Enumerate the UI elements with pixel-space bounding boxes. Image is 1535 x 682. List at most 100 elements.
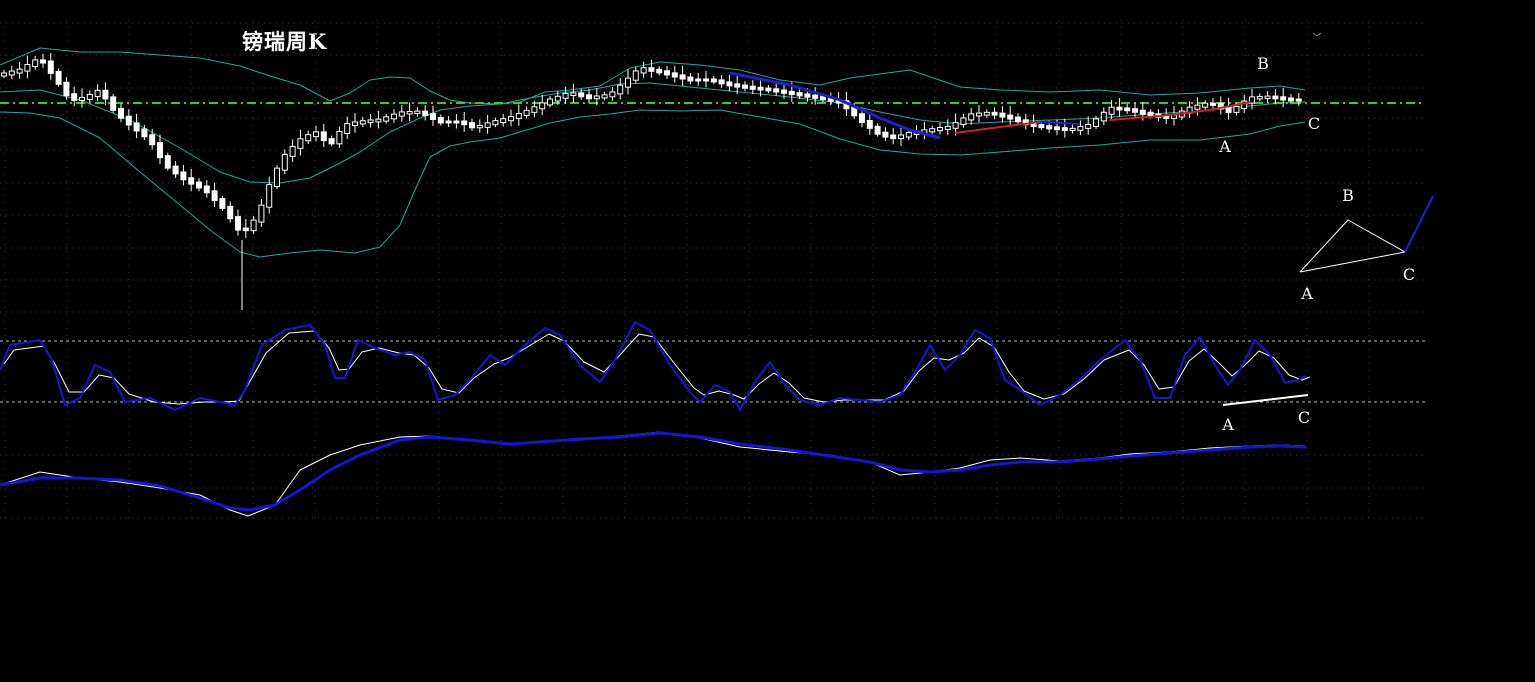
candle-body bbox=[235, 216, 241, 231]
pattern-annotation-b: B bbox=[1342, 186, 1354, 205]
candle-body bbox=[983, 111, 990, 116]
candle-body bbox=[1116, 106, 1123, 111]
candle-body bbox=[211, 190, 218, 202]
candle-body bbox=[219, 198, 226, 209]
candle-body bbox=[375, 118, 382, 123]
candle-body bbox=[422, 110, 429, 117]
candle-body bbox=[898, 134, 904, 140]
candle-body bbox=[391, 113, 397, 120]
candle-body bbox=[1132, 108, 1138, 113]
candle-body bbox=[476, 124, 483, 129]
candle-body bbox=[773, 88, 780, 93]
candle-body bbox=[695, 78, 702, 82]
candle-body bbox=[492, 120, 499, 126]
candle-body bbox=[250, 219, 257, 232]
bollinger-lower-line bbox=[0, 109, 1306, 258]
candle-body bbox=[554, 95, 561, 102]
candle-body bbox=[367, 119, 374, 124]
candle-body bbox=[671, 72, 678, 78]
trend-line-down bbox=[1039, 121, 1081, 125]
candle-body bbox=[1264, 95, 1271, 100]
candle-body bbox=[944, 125, 951, 131]
candle-body bbox=[890, 134, 897, 140]
candle-body bbox=[656, 68, 663, 74]
candle-body bbox=[328, 138, 335, 145]
candle-body bbox=[617, 84, 624, 95]
candle-body bbox=[1015, 116, 1021, 123]
candle-body bbox=[1288, 97, 1294, 102]
candle-body bbox=[1069, 127, 1076, 131]
pattern-annotation-c: C bbox=[1403, 265, 1415, 284]
oscillator-annotation-a: A bbox=[1221, 415, 1234, 434]
candle-body bbox=[484, 122, 491, 128]
candle-body bbox=[79, 96, 85, 101]
candle-body bbox=[1147, 111, 1154, 117]
candle-body bbox=[437, 117, 444, 124]
bollinger-middle-line bbox=[0, 82, 1306, 184]
candle-body bbox=[1054, 126, 1060, 131]
candle-body bbox=[266, 184, 273, 208]
candle-body bbox=[71, 93, 78, 101]
candle-body bbox=[180, 171, 187, 181]
candle-body bbox=[242, 227, 249, 232]
pattern-annotation-a: A bbox=[1300, 284, 1313, 303]
candle-body bbox=[976, 112, 982, 117]
candle-body bbox=[812, 94, 819, 99]
candle-body bbox=[8, 70, 15, 76]
candle-body bbox=[531, 106, 538, 113]
candle-body bbox=[609, 91, 616, 98]
candle-body bbox=[866, 120, 873, 129]
candle-body bbox=[859, 113, 865, 123]
candle-body bbox=[149, 134, 156, 146]
candle-body bbox=[687, 76, 694, 82]
chart-canvas: A B C B A C A C bbox=[0, 20, 1434, 520]
candle-body bbox=[1280, 96, 1287, 101]
candle-body bbox=[164, 155, 171, 169]
candle-body bbox=[297, 138, 304, 149]
candle-body bbox=[882, 131, 889, 138]
candle-body bbox=[102, 89, 109, 100]
candle-body bbox=[157, 142, 163, 159]
candle-body bbox=[679, 74, 686, 80]
candle-body bbox=[313, 131, 319, 138]
candle-body bbox=[726, 81, 733, 87]
candle-body bbox=[1061, 127, 1068, 131]
candle-body bbox=[1046, 125, 1053, 130]
candle-body bbox=[172, 165, 179, 175]
candle-body bbox=[125, 115, 132, 126]
candle-body bbox=[1, 72, 7, 77]
oscillator-annotation-c: C bbox=[1298, 408, 1310, 427]
candle-body bbox=[1233, 106, 1240, 113]
candle-body bbox=[508, 116, 514, 122]
candle-body bbox=[281, 153, 288, 171]
candle-body bbox=[1249, 96, 1255, 104]
candle-body bbox=[414, 110, 421, 115]
candle-body bbox=[952, 122, 959, 129]
candle-body bbox=[991, 111, 998, 116]
candle-body bbox=[141, 128, 148, 138]
candle-body bbox=[445, 120, 452, 124]
candle-body bbox=[1100, 111, 1107, 122]
candle-body bbox=[1007, 114, 1014, 120]
candle-body bbox=[47, 60, 54, 74]
trend-slow-line bbox=[0, 431, 1307, 517]
candle-body bbox=[547, 98, 553, 106]
candle-body bbox=[1085, 123, 1092, 129]
candle-body bbox=[742, 84, 748, 89]
price-annotation-c: C bbox=[1308, 114, 1320, 133]
candle-body bbox=[86, 93, 93, 100]
candle-body bbox=[289, 145, 296, 157]
candle-body bbox=[1210, 102, 1216, 106]
candle-body bbox=[359, 120, 366, 125]
candle-body bbox=[1225, 106, 1232, 113]
candle-body bbox=[586, 94, 592, 100]
candle-body bbox=[16, 68, 23, 74]
candle-body bbox=[570, 92, 577, 97]
corner-marker bbox=[1312, 32, 1322, 37]
candle-body bbox=[539, 102, 546, 110]
candle-body bbox=[133, 122, 140, 132]
candle-body bbox=[227, 205, 234, 220]
candle-body bbox=[960, 117, 967, 126]
candle-body bbox=[461, 120, 468, 126]
candle-body bbox=[1256, 96, 1263, 100]
